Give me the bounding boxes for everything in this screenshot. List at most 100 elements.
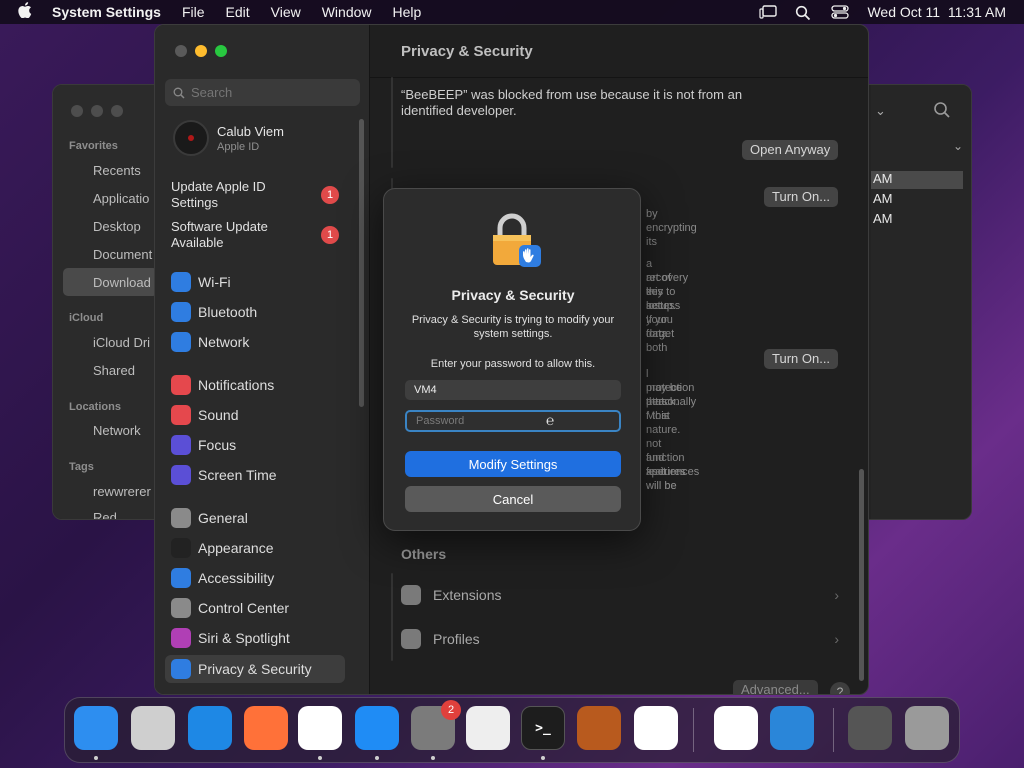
finder-item-icloud-drive[interactable]: iCloud Dri xyxy=(93,335,150,350)
finder-search-icon[interactable] xyxy=(933,101,951,124)
profiles-label: Profiles xyxy=(433,631,480,647)
dock-badge: 2 xyxy=(441,700,461,720)
search-input[interactable] xyxy=(191,85,351,100)
dialog-title: Privacy & Security xyxy=(451,287,575,303)
sidebar-item-screen-time[interactable]: Screen Time xyxy=(171,463,277,487)
avatar[interactable] xyxy=(173,120,209,156)
sidebar-item-general[interactable]: General xyxy=(171,506,248,530)
password-field[interactable] xyxy=(405,410,621,432)
control-center-icon[interactable] xyxy=(831,5,850,19)
stage-manager-icon[interactable] xyxy=(759,5,778,19)
menu-bar: System Settings File Edit View Window He… xyxy=(0,0,1024,24)
sidebar-item-privacy-security[interactable]: Privacy & Security xyxy=(165,655,345,683)
garageband-icon[interactable] xyxy=(577,706,621,750)
menu-file[interactable]: File xyxy=(182,4,205,20)
filevault-turn-on-button[interactable]: Turn On... xyxy=(764,187,839,207)
text-cursor-icon: ℮ xyxy=(546,412,555,428)
finder-icon[interactable] xyxy=(74,706,118,750)
main-scrollbar[interactable] xyxy=(859,469,864,681)
terminal-icon[interactable]: >_ xyxy=(521,706,565,750)
sidebar-item-focus[interactable]: Focus xyxy=(171,433,236,457)
finder-item-shared[interactable]: Shared xyxy=(93,363,135,378)
weather-icon[interactable] xyxy=(770,706,814,750)
finder-item-downloads[interactable]: Download xyxy=(93,275,151,290)
profiles-row[interactable]: Profiles › xyxy=(391,617,849,661)
chevron-right-icon: › xyxy=(834,587,839,603)
app-store-icon[interactable] xyxy=(355,706,399,750)
dialog-prompt: Enter your password to allow this. xyxy=(430,358,596,370)
minimize-button-icon[interactable] xyxy=(195,45,207,57)
safari-icon[interactable] xyxy=(188,706,232,750)
finder-tags-heading: Tags xyxy=(69,461,94,473)
menu-edit[interactable]: Edit xyxy=(226,4,250,20)
sidebar-item-notifications[interactable]: Notifications xyxy=(171,373,274,397)
menu-clock[interactable]: Wed Oct 11 11:31 AM xyxy=(867,4,1006,20)
sidebar-item-bluetooth[interactable]: Bluetooth xyxy=(171,300,257,324)
finder-item-documents[interactable]: Document xyxy=(93,247,152,262)
close-button-icon[interactable] xyxy=(175,45,187,57)
menu-help[interactable]: Help xyxy=(393,4,422,20)
downloads-stack-icon[interactable] xyxy=(848,706,892,750)
menu-app-name[interactable]: System Settings xyxy=(52,4,161,20)
sidebar-item-accessibility[interactable]: Accessibility xyxy=(171,566,274,590)
hand-icon xyxy=(171,659,191,679)
finder-item-desktop[interactable]: Desktop xyxy=(93,219,141,234)
update-apple-id-alert[interactable]: Update Apple ID Settings xyxy=(171,179,311,211)
finder-row[interactable]: AM xyxy=(871,171,963,189)
lockdown-turn-on-button[interactable]: Turn On... xyxy=(764,349,839,369)
menu-view[interactable]: View xyxy=(271,4,301,20)
modify-settings-button[interactable]: Modify Settings xyxy=(405,451,621,477)
sidebar-item-control-center[interactable]: Control Center xyxy=(171,596,289,620)
open-anyway-button[interactable]: Open Anyway xyxy=(742,140,839,160)
firefox-icon[interactable] xyxy=(244,706,288,750)
zoom-button-icon[interactable] xyxy=(215,45,227,57)
finder-icloud-heading: iCloud xyxy=(69,312,104,324)
spotlight-search-icon[interactable] xyxy=(795,5,813,21)
finder-column-chevron-icon[interactable]: ⌄ xyxy=(953,139,963,153)
vscode-icon[interactable] xyxy=(634,706,678,750)
running-indicator xyxy=(375,756,379,760)
minimize-dot-icon[interactable] xyxy=(91,105,103,117)
settings-search[interactable] xyxy=(165,79,360,106)
apple-id-name[interactable]: Calub Viem xyxy=(217,124,284,139)
finder-row[interactable]: AM xyxy=(871,191,963,209)
textedit-icon[interactable] xyxy=(466,706,510,750)
alert-badge: 1 xyxy=(321,186,339,204)
finder-item-recents[interactable]: Recents xyxy=(93,163,141,178)
sidebar-item-siri-spotlight[interactable]: Siri & Spotlight xyxy=(171,626,290,650)
software-update-alert[interactable]: Software Update Available xyxy=(171,219,311,251)
finder-tag-red[interactable]: Red xyxy=(93,510,117,519)
finder-row[interactable]: AM xyxy=(871,211,963,229)
blocked-app-message: “BeeBEEP” was blocked from use because i… xyxy=(401,87,743,118)
finder-tag-item[interactable]: rewwrerer xyxy=(93,484,151,499)
sidebar-item-network[interactable]: Network xyxy=(171,330,249,354)
apple-id-subtitle: Apple ID xyxy=(217,141,260,153)
finder-item-network[interactable]: Network xyxy=(93,423,141,438)
settings-sidebar: Calub Viem Apple ID Update Apple ID Sett… xyxy=(155,25,370,694)
menu-window[interactable]: Window xyxy=(322,4,372,20)
filevault-text-line: e lost. xyxy=(646,286,667,312)
bluetooth-icon xyxy=(171,302,191,322)
visual-studio-icon[interactable] xyxy=(714,706,758,750)
finder-favorites-heading: Favorites xyxy=(69,140,118,152)
sidebar-item-sound[interactable]: Sound xyxy=(171,403,238,427)
zoom-dot-icon[interactable] xyxy=(111,105,123,117)
apple-menu-icon[interactable] xyxy=(18,1,36,23)
finder-item-applications[interactable]: Applicatio xyxy=(93,191,149,206)
sidebar-item-label: Wi-Fi xyxy=(198,274,231,290)
sidebar-item-appearance[interactable]: Appearance xyxy=(171,536,274,560)
cancel-button[interactable]: Cancel xyxy=(405,486,621,512)
sidebar-item-wi-fi[interactable]: Wi-Fi xyxy=(171,270,231,294)
username-field[interactable] xyxy=(405,380,621,400)
trash-icon[interactable] xyxy=(905,706,949,750)
finder-locations-heading: Locations xyxy=(69,401,121,413)
help-button[interactable]: ? xyxy=(830,682,850,694)
launchpad-icon[interactable] xyxy=(131,706,175,750)
finder-dropdown-chevron-icon[interactable]: ⌄ xyxy=(875,103,886,119)
chrome-icon[interactable] xyxy=(298,706,342,750)
advanced-button[interactable]: Advanced... xyxy=(733,680,818,694)
sidebar-scrollbar[interactable] xyxy=(359,119,364,407)
dock-separator xyxy=(833,708,834,752)
close-dot-icon[interactable] xyxy=(71,105,83,117)
extensions-row[interactable]: Extensions › xyxy=(391,573,849,617)
